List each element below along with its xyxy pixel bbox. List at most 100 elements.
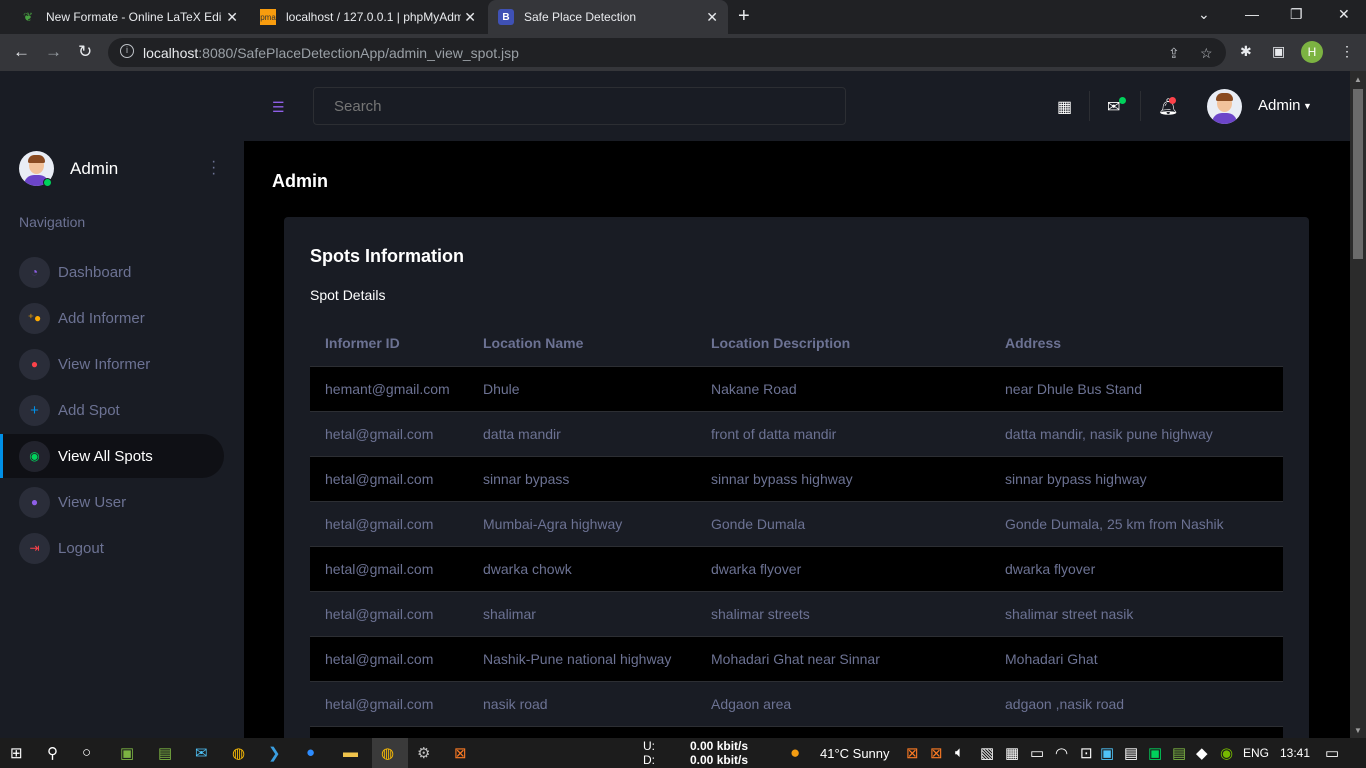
chrome-icon[interactable]: ◍	[381, 744, 394, 762]
tray-icon[interactable]: ⊡	[1080, 744, 1093, 762]
sun-icon[interactable]: ●	[790, 743, 800, 763]
close-tab-icon[interactable]: ✕	[464, 9, 476, 26]
forward-icon[interactable]: →	[45, 42, 62, 62]
table-row: hetal@gmail.com Mumbai-Agra highway Gond…	[310, 500, 1283, 546]
xampp-tray-icon[interactable]: ⊠	[906, 744, 919, 762]
photos-icon[interactable]: ▤	[158, 744, 172, 762]
browser-toolbar: ← → ↻ i localhost:8080/SafePlaceDetectio…	[0, 34, 1366, 71]
search-input[interactable]	[313, 87, 846, 125]
zoom-icon[interactable]: ●	[306, 744, 315, 761]
page-scrollbar[interactable]: ▲ ▼	[1350, 71, 1366, 738]
chrome-icon[interactable]: ◍	[232, 744, 245, 762]
file-explorer-icon[interactable]: ▬	[343, 744, 358, 761]
sidebar-item-dashboard[interactable]: ◔ Dashboard	[0, 250, 224, 294]
close-window-icon[interactable]: ✕	[1338, 6, 1350, 23]
table-cell: sinnar bypass highway	[990, 455, 1283, 501]
extensions-icon[interactable]: ✱	[1240, 43, 1252, 60]
sidebar-item-logout[interactable]: ⇥ Logout	[0, 526, 224, 570]
browser-tab-active[interactable]: B Safe Place Detection ✕	[488, 0, 728, 34]
tray-icon[interactable]: ▦	[1005, 744, 1019, 762]
xampp-tray-icon[interactable]: ⊠	[930, 744, 943, 762]
caret-down-icon[interactable]: ▼	[1303, 101, 1312, 111]
profile-options-icon[interactable]: · · ·	[211, 154, 216, 182]
sidebar-item-view-all-spots[interactable]: ◉ View All Spots	[0, 434, 224, 478]
windows-start-icon[interactable]: ⊞	[10, 744, 23, 762]
header-user-name[interactable]: Admin	[1258, 97, 1301, 114]
app-icon[interactable]: ▣	[120, 744, 134, 762]
notifications-icon[interactable]: ▭	[1325, 744, 1339, 762]
share-icon[interactable]: ⇪	[1168, 45, 1180, 62]
xampp-icon[interactable]: ⊠	[454, 744, 467, 762]
tray-icon[interactable]: ▧	[980, 744, 994, 762]
new-tab-icon[interactable]: +	[738, 5, 750, 28]
tab-search-chevron-icon[interactable]: ⌄	[1198, 6, 1210, 23]
account-icon: ●	[19, 348, 50, 380]
vscode-icon[interactable]: ❯	[268, 744, 281, 762]
back-icon[interactable]: ←	[13, 42, 30, 62]
bookmark-star-icon[interactable]: ☆	[1200, 45, 1213, 62]
notification-badge	[1169, 97, 1176, 104]
minimize-icon[interactable]: —	[1245, 6, 1259, 22]
sidebar-item-view-informer[interactable]: ● View Informer	[0, 342, 224, 386]
profile-avatar[interactable]: H	[1301, 41, 1323, 63]
tray-icon[interactable]: ▣	[1100, 744, 1114, 762]
menu-kebab-icon[interactable]: ⋮	[1340, 43, 1354, 60]
close-tab-icon[interactable]: ✕	[226, 9, 238, 26]
tray-icon[interactable]: ▤	[1172, 744, 1186, 762]
tray-icon[interactable]: ◆	[1196, 744, 1208, 762]
column-header: Location Name	[483, 335, 584, 352]
side-panel-icon[interactable]: ▣	[1272, 43, 1285, 60]
menu-toggle-icon[interactable]: ☰	[272, 99, 285, 116]
account-icon: ●	[19, 486, 50, 518]
net-down-value: 0.00 kbit/s	[690, 753, 749, 767]
address-bar[interactable]: i localhost:8080/SafePlaceDetectionApp/a…	[108, 38, 1226, 67]
table-cell: shalimar	[468, 590, 696, 636]
sidebar-profile: Admin	[19, 151, 118, 186]
table-cell: dwarka flyover	[696, 545, 990, 591]
table-cell: hetal@gmail.com	[310, 635, 468, 681]
table-cell: hetal@gmail.com	[310, 455, 468, 501]
browser-tab[interactable]: pma localhost / 127.0.0.1 | phpMyAdm ✕	[250, 0, 486, 34]
table-cell: sinnar bypass	[468, 455, 696, 501]
sidebar-item-add-spot[interactable]: + Add Spot	[0, 388, 224, 432]
scroll-up-icon[interactable]: ▲	[1354, 75, 1362, 84]
avatar[interactable]	[1207, 89, 1242, 124]
sidebar-item-label: View All Spots	[58, 447, 153, 465]
reload-icon[interactable]: ↻	[78, 42, 92, 62]
grid-icon[interactable]: ▦	[1057, 97, 1072, 117]
table-cell: shalimar streets	[696, 590, 990, 636]
page-title: Admin	[272, 171, 328, 191]
tray-icon[interactable]: ▣	[1148, 744, 1162, 762]
close-tab-icon[interactable]: ✕	[706, 9, 718, 26]
battery-icon[interactable]: ▭	[1030, 744, 1044, 762]
search-icon[interactable]: ⚲	[47, 744, 58, 762]
volume-icon[interactable]: 🔈︎	[955, 744, 964, 761]
scrollbar-thumb[interactable]	[1353, 89, 1363, 259]
table-header-row: Informer ID Location Name Location Descr…	[310, 321, 1283, 366]
wifi-icon[interactable]: ◠	[1055, 744, 1068, 762]
nvidia-icon[interactable]: ◉	[1220, 744, 1233, 762]
sidebar-item-view-user[interactable]: ● View User	[0, 480, 224, 524]
table-row: hemant@gmail.com Dhule Nakane Road near …	[310, 365, 1283, 411]
url-host: localhost	[143, 45, 199, 61]
clock[interactable]: 13:41	[1280, 746, 1310, 760]
site-info-icon[interactable]: i	[120, 44, 134, 58]
column-header: Location Description	[711, 335, 851, 352]
language-indicator[interactable]: ENG	[1243, 746, 1269, 760]
cortana-icon[interactable]: ○	[82, 744, 91, 761]
settings-gear-icon[interactable]: ⚙	[417, 744, 430, 762]
table-cell: dwarka chowk	[468, 545, 696, 591]
scroll-down-icon[interactable]: ▼	[1354, 726, 1362, 735]
column-header: Informer ID	[325, 335, 400, 352]
net-up-value: 0.00 kbit/s	[690, 739, 749, 753]
sidebar-item-add-informer[interactable]: ⁺● Add Informer	[0, 296, 224, 340]
mail-app-icon[interactable]: ✉	[195, 744, 208, 762]
restore-icon[interactable]: ❐	[1290, 6, 1303, 23]
table-cell: datta mandir	[468, 410, 696, 456]
tray-icon[interactable]: ▤	[1124, 744, 1138, 762]
table-cell: near Dhule Bus Stand	[990, 365, 1283, 411]
table-row: hetal@gmail.com shalimar shalimar street…	[310, 590, 1283, 636]
weather-text[interactable]: 41°C Sunny	[820, 746, 890, 761]
tab-title: Safe Place Detection	[524, 10, 637, 24]
browser-tab[interactable]: ❦ New Formate - Online LaTeX Edit ✕	[10, 0, 248, 34]
